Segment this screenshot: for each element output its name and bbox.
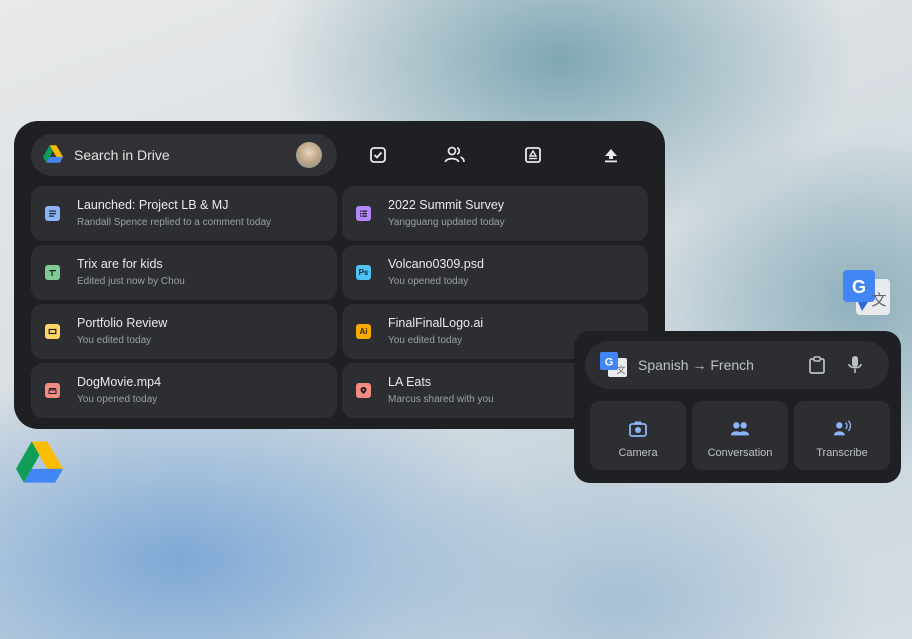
file-card[interactable]: Trix are for kids Edited just now by Cho… <box>31 245 337 300</box>
file-title: DogMovie.mp4 <box>77 375 162 389</box>
conversation-label: Conversation <box>707 447 773 459</box>
file-title: Launched: Project LB & MJ <box>77 198 229 212</box>
drive-logo-icon <box>43 145 63 163</box>
language-pair-label[interactable]: Spanish → French <box>638 357 754 373</box>
translate-widget: G 文 Spanish → French Camera Conversation <box>574 331 901 483</box>
camera-button[interactable]: Camera <box>590 401 686 470</box>
avatar[interactable] <box>296 142 322 168</box>
drive-image-icon <box>525 147 541 163</box>
clipboard-icon[interactable] <box>807 355 827 375</box>
file-subtitle: You opened today <box>77 394 158 405</box>
upload-button[interactable] <box>591 135 631 175</box>
sheets-icon <box>45 265 60 280</box>
file-card[interactable]: Portfolio Review You edited today <box>31 304 337 359</box>
camera-label: Camera <box>618 447 658 459</box>
file-card[interactable]: Ps Volcano0309.psd You opened today <box>342 245 648 300</box>
svg-text:文: 文 <box>871 291 886 309</box>
drive-widget: Search in Drive Launched: Project LB & M… <box>14 121 665 429</box>
file-subtitle: Randall Spence replied to a comment toda… <box>77 217 272 228</box>
conversation-button[interactable]: Conversation <box>692 401 788 470</box>
docs-icon <box>45 206 60 221</box>
forms-icon <box>356 206 371 221</box>
upload-icon <box>605 149 617 163</box>
slides-icon <box>45 324 60 339</box>
tasks-button[interactable] <box>358 135 398 175</box>
shared-people-icon <box>444 146 465 163</box>
file-title: Portfolio Review <box>77 316 168 330</box>
file-card[interactable]: Launched: Project LB & MJ Randall Spence… <box>31 186 337 241</box>
file-title: LA Eats <box>388 375 432 389</box>
checkbox-icon <box>370 147 386 163</box>
search-input[interactable]: Search in Drive <box>74 147 170 163</box>
svg-text:G: G <box>605 357 614 369</box>
file-subtitle: Yangguang updated today <box>388 217 505 228</box>
maps-icon <box>356 383 371 398</box>
microphone-icon[interactable] <box>847 355 863 375</box>
file-subtitle: You opened today <box>388 276 469 287</box>
file-subtitle: Marcus shared with you <box>388 394 494 405</box>
transcribe-label: Transcribe <box>816 447 868 459</box>
scan-button[interactable] <box>513 135 553 175</box>
file-card[interactable]: 2022 Summit Survey Yangguang updated tod… <box>342 186 648 241</box>
video-icon <box>45 383 60 398</box>
translate-language-bar[interactable]: G 文 Spanish → French <box>585 341 889 389</box>
file-subtitle: You edited today <box>388 335 463 346</box>
transcribe-button[interactable]: Transcribe <box>794 401 890 470</box>
translate-logo-icon: G 文 <box>600 352 627 377</box>
conversation-icon <box>730 422 750 436</box>
file-title: 2022 Summit Survey <box>388 198 505 212</box>
file-title: Volcano0309.psd <box>388 257 484 271</box>
shared-button[interactable] <box>435 135 475 175</box>
file-title: FinalFinalLogo.ai <box>388 316 484 330</box>
photoshop-icon: Ps <box>356 265 371 280</box>
file-title: Trix are for kids <box>77 257 163 271</box>
file-subtitle: Edited just now by Chou <box>77 276 185 287</box>
svg-text:文: 文 <box>616 364 625 376</box>
translate-logo-icon: G 文 <box>843 270 890 315</box>
transcribe-icon <box>833 420 852 436</box>
camera-icon <box>629 421 647 437</box>
svg-text:G: G <box>852 277 866 297</box>
file-card[interactable]: DogMovie.mp4 You opened today <box>31 363 337 418</box>
illustrator-icon: Ai <box>356 324 371 339</box>
file-subtitle: You edited today <box>77 335 152 346</box>
drive-logo-icon <box>16 441 63 483</box>
drive-search-bar[interactable]: Search in Drive <box>31 134 337 176</box>
